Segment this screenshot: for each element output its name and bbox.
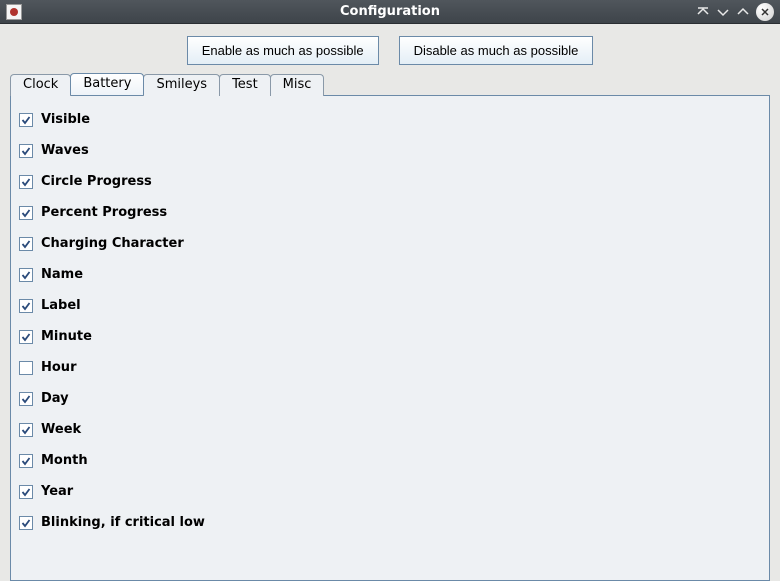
checkbox[interactable] [19, 330, 33, 344]
option-row: Charging Character [19, 228, 761, 259]
checkbox[interactable] [19, 423, 33, 437]
option-row: Blinking, if critical low [19, 507, 761, 538]
tab-label: Test [232, 77, 258, 92]
option-row: Name [19, 259, 761, 290]
option-label: Minute [41, 329, 92, 344]
option-row: Circle Progress [19, 166, 761, 197]
option-label: Circle Progress [41, 174, 152, 189]
checkbox[interactable] [19, 175, 33, 189]
checkbox[interactable] [19, 144, 33, 158]
option-row: Waves [19, 135, 761, 166]
option-label: Day [41, 391, 69, 406]
checkbox[interactable] [19, 361, 33, 375]
option-label: Waves [41, 143, 89, 158]
checkbox[interactable] [19, 485, 33, 499]
checkbox[interactable] [19, 268, 33, 282]
tab-panel: Visible Waves Circle Progress Percent Progr… [10, 95, 770, 581]
tab-misc[interactable]: Misc [270, 74, 325, 96]
disable-all-button[interactable]: Disable as much as possible [399, 36, 594, 65]
option-row: Minute [19, 321, 761, 352]
option-label: Visible [41, 112, 90, 127]
titlebar: Configuration [0, 0, 780, 24]
option-label: Month [41, 453, 88, 468]
option-label: Blinking, if critical low [41, 515, 205, 530]
option-row: Hour [19, 352, 761, 383]
checkbox[interactable] [19, 113, 33, 127]
checkbox[interactable] [19, 454, 33, 468]
window-title: Configuration [0, 4, 780, 19]
tab-smileys[interactable]: Smileys [143, 74, 220, 96]
tab-battery[interactable]: Battery [70, 73, 144, 95]
checkbox[interactable] [19, 299, 33, 313]
option-label: Hour [41, 360, 76, 375]
option-label: Name [41, 267, 83, 282]
option-label: Year [41, 484, 73, 499]
option-row: Day [19, 383, 761, 414]
option-label: Week [41, 422, 81, 437]
option-row: Visible [19, 104, 761, 135]
option-label: Label [41, 298, 81, 313]
button-row: Enable as much as possible Disable as mu… [0, 24, 780, 73]
option-label: Percent Progress [41, 205, 167, 220]
checkbox[interactable] [19, 392, 33, 406]
tabstrip: Clock Battery Smileys Test Misc [10, 73, 770, 95]
tab-label: Battery [83, 76, 131, 91]
option-row: Percent Progress [19, 197, 761, 228]
checkbox[interactable] [19, 516, 33, 530]
option-row: Label [19, 290, 761, 321]
option-row: Year [19, 476, 761, 507]
shade-up-icon[interactable] [696, 5, 710, 19]
checkbox[interactable] [19, 206, 33, 220]
option-label: Charging Character [41, 236, 184, 251]
option-row: Month [19, 445, 761, 476]
tab-label: Smileys [156, 77, 207, 92]
window-controls [696, 3, 780, 21]
tab-label: Misc [283, 77, 312, 92]
tab-label: Clock [23, 77, 58, 92]
maximize-icon[interactable] [736, 5, 750, 19]
tab-clock[interactable]: Clock [10, 74, 71, 96]
minimize-icon[interactable] [716, 5, 730, 19]
checkbox[interactable] [19, 237, 33, 251]
close-icon[interactable] [756, 3, 774, 21]
enable-all-button[interactable]: Enable as much as possible [187, 36, 379, 65]
tab-test[interactable]: Test [219, 74, 271, 96]
option-row: Week [19, 414, 761, 445]
app-icon [6, 4, 22, 20]
